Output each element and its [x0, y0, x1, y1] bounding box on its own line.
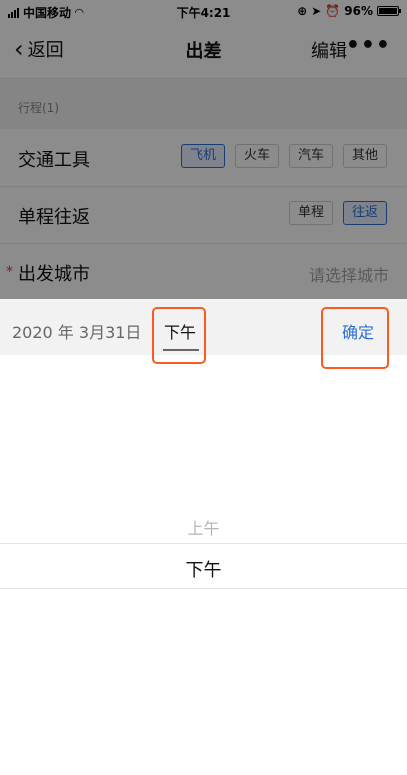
wheel-divider-bottom: [0, 588, 407, 589]
phone-screen: 中国移动 ◠ 下午4:21 ⊕ ➤ ⏰ 96% ‹ 返回 出差 编辑 ••• 行…: [0, 0, 407, 775]
picker-option-pm[interactable]: 下午: [0, 556, 407, 582]
picker-option-am[interactable]: 上午: [0, 515, 407, 539]
modal-overlay[interactable]: [0, 0, 407, 299]
picker-header: 2020 年 3月31日 下午 确定: [0, 299, 407, 369]
highlight-box-tab: [152, 307, 206, 364]
picker-sheet: 2020 年 3月31日 下午 确定 上午 下午: [0, 299, 407, 775]
highlight-box-confirm: [321, 307, 389, 369]
wheel-divider-top: [0, 543, 407, 544]
picker-date[interactable]: 2020 年 3月31日: [12, 319, 141, 343]
